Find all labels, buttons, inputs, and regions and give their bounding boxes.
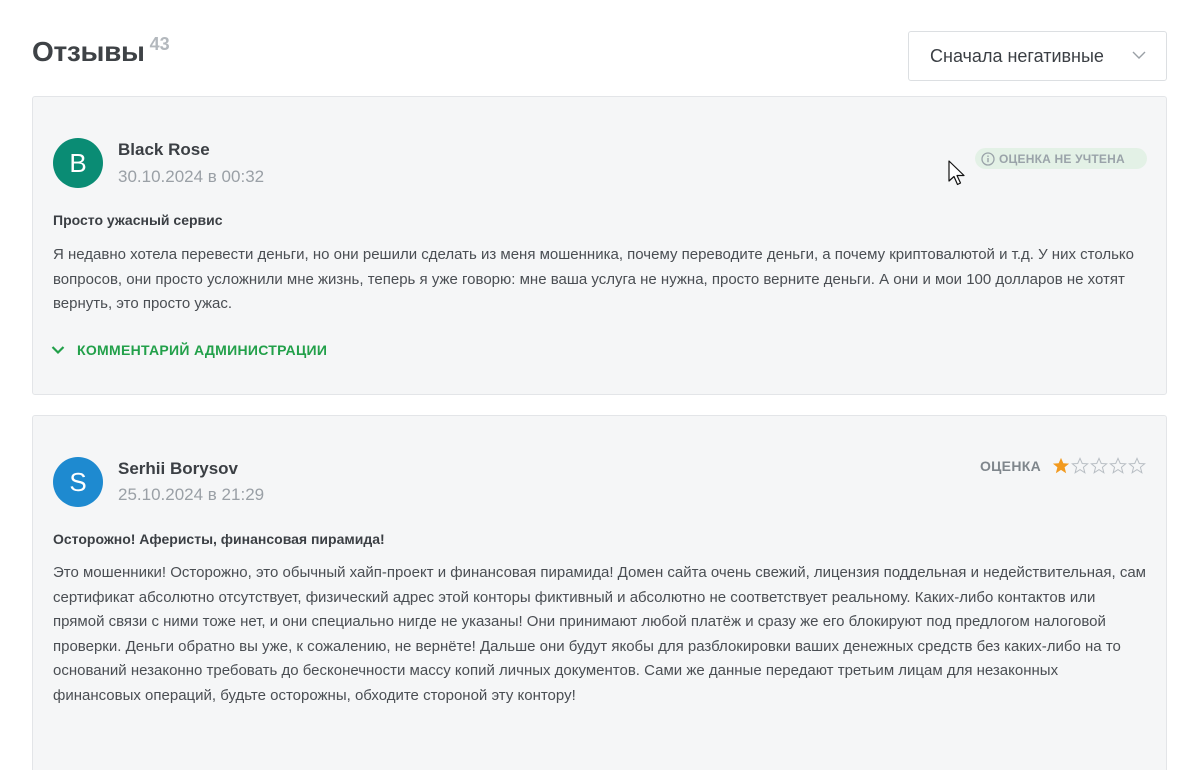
review-card: B Black Rose 30.10.2024 в 00:32 ОЦЕНКА Н…: [32, 96, 1167, 395]
avatar: S: [53, 457, 103, 507]
review-author[interactable]: Serhii Borysov: [118, 459, 238, 479]
status-badge-label: ОЦЕНКА НЕ УЧТЕНА: [999, 151, 1125, 166]
star-empty-icon: [1071, 457, 1089, 474]
review-text: Это мошенники! Осторожно, это обычный ха…: [53, 564, 1146, 704]
page-title: Отзывы: [32, 36, 145, 67]
star-empty-icon: [1090, 457, 1108, 474]
reviews-count: 43: [149, 34, 170, 54]
review-date: 30.10.2024 в 00:32: [118, 167, 265, 186]
star-empty-icon: [1109, 457, 1127, 474]
avatar: B: [53, 138, 103, 188]
review-title: Просто ужасный сервис: [53, 212, 223, 228]
status-badge: ОЦЕНКА НЕ УЧТЕНА: [975, 148, 1147, 169]
rating-label: ОЦЕНКА: [979, 458, 1041, 474]
star-filled-icon: [1052, 457, 1070, 474]
reviews-header: Отзывы 43: [32, 32, 170, 72]
review-text: Я недавно хотела перевести деньги, но он…: [53, 246, 1134, 312]
chevron-down-icon: [1132, 51, 1146, 59]
reviews-page: Отзывы 43 Сначала негативные B Black Ros…: [0, 0, 1181, 770]
sort-dropdown[interactable]: Сначала негативные: [908, 31, 1167, 81]
review-date: 25.10.2024 в 21:29: [118, 485, 265, 504]
sort-selected-label: Сначала негативные: [930, 45, 1104, 66]
mouse-cursor-icon: [948, 160, 965, 186]
star-empty-icon: [1128, 457, 1146, 474]
review-rating: ОЦЕНКА: [980, 457, 1146, 475]
admin-comment-label: КОММЕНТАРИЙ АДМИНИСТРАЦИИ: [77, 342, 328, 358]
review-title: Осторожно! Аферисты, финансовая пирамида…: [53, 531, 385, 547]
review-card: S Serhii Borysov 25.10.2024 в 21:29 ОЦЕН…: [32, 415, 1167, 770]
chevron-down-icon: [51, 346, 65, 355]
info-icon: [981, 151, 995, 166]
admin-comment-toggle[interactable]: КОММЕНТАРИЙ АДМИНИСТРАЦИИ: [51, 342, 327, 358]
review-author[interactable]: Black Rose: [118, 140, 210, 160]
